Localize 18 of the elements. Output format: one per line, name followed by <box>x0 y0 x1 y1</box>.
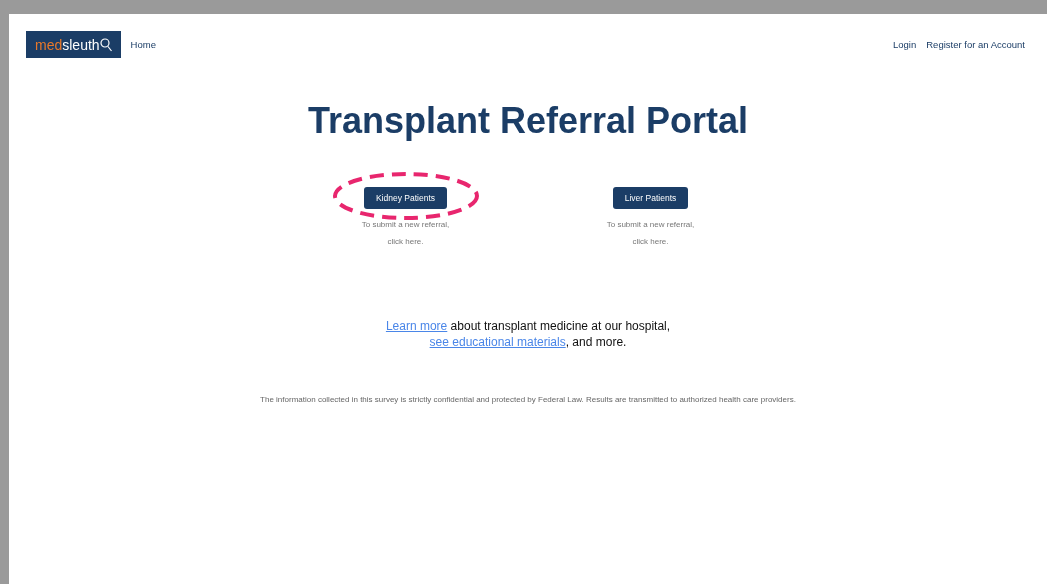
referral-hint: To submit a new referral, <box>606 220 695 229</box>
info-link[interactable]: see educational materials <box>429 335 566 350</box>
confidentiality-notice: The information collected in this survey is strictly confidential and protected by Federal Law. Results are transmitted to authorized health care providers. <box>260 395 796 405</box>
nav-link[interactable]: Register for an Account <box>926 39 1025 50</box>
logo-text: sleuth <box>62 36 100 53</box>
referral-hint: click here. <box>387 237 424 246</box>
info-link[interactable]: Learn more <box>385 319 448 333</box>
info-paragraph: Learn more about transplant medicine at our hospital, see educational materials, and more. <box>384 318 672 351</box>
nav-link[interactable]: Login <box>893 39 917 50</box>
logo-text-prefix: med <box>35 36 63 53</box>
medsleuth-logo[interactable]: medsleuth <box>26 31 121 58</box>
referral-hint: To submit a new referral, <box>361 220 450 229</box>
page-title: Transplant Referral Portal <box>307 100 749 142</box>
patients-button[interactable]: Kidney Patients <box>363 187 448 209</box>
home-link[interactable]: Home <box>130 39 156 50</box>
patients-button[interactable]: Liver Patients <box>612 187 689 209</box>
magnifier-icon <box>99 37 112 52</box>
referral-hint: click here. <box>632 237 669 246</box>
